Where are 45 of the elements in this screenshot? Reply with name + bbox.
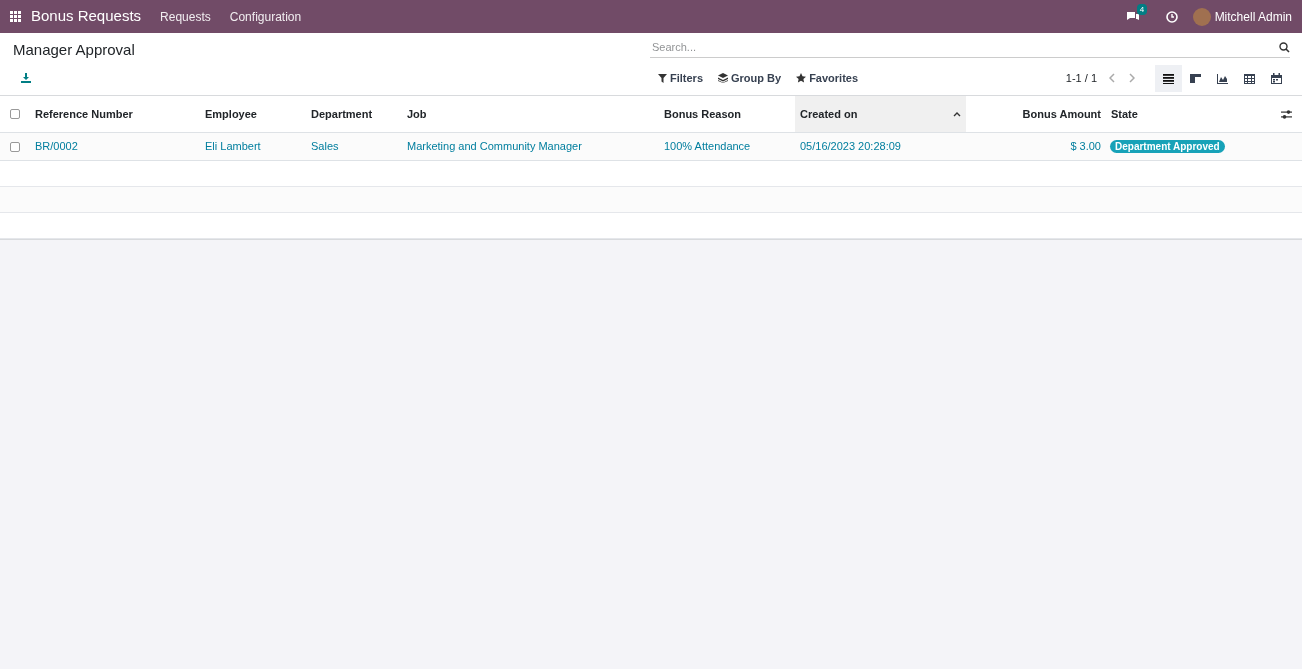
select-all-checkbox[interactable] (10, 109, 20, 119)
table-cell-text: Eli Lambert (204, 139, 262, 155)
kanban-view-icon (1190, 72, 1201, 84)
calendar-view-icon (1271, 72, 1282, 84)
filter-toolbar-button[interactable]: Group By (718, 69, 782, 87)
pager-value[interactable]: 1-1 / 1 (1065, 69, 1097, 87)
star-icon (796, 73, 807, 83)
search-field[interactable]: Search... (650, 39, 1279, 56)
row-checkbox[interactable] (10, 141, 20, 152)
table-cell-text: 100% Attendance (663, 139, 752, 155)
table-cell-text: $ 3.00 (1069, 139, 1102, 155)
table-cell-text: Marketing and Community Manager (406, 139, 583, 155)
column-header[interactable]: Created on (795, 96, 966, 132)
table-cell-text: Sales (310, 139, 340, 155)
column-header[interactable]: Job (402, 96, 659, 132)
filter-toolbar-button[interactable]: Filters (658, 69, 703, 87)
pivot-view-icon (1244, 72, 1255, 84)
column-header[interactable]: Department (306, 96, 402, 132)
table-cell-text: 05/16/2023 20:28:09 (799, 139, 902, 155)
filter-toolbar-button[interactable]: Favorites (796, 69, 859, 87)
sort-ascending-icon (953, 111, 961, 117)
breadcrumb: Manager Approval (13, 40, 136, 60)
user-name[interactable]: Mitchell Admin (1214, 7, 1292, 26)
status-badge: Department Approved (1110, 140, 1225, 154)
app-menu-icon[interactable] (10, 11, 21, 22)
chat-icon[interactable] (1125, 10, 1140, 23)
clock-icon[interactable] (1165, 10, 1178, 23)
filter-icon (658, 73, 667, 83)
menu-item[interactable]: Configuration (229, 7, 302, 26)
message-count-badge: 4 (1136, 3, 1148, 15)
column-header[interactable]: State (1106, 96, 1266, 132)
column-header[interactable]: Employee (200, 96, 306, 132)
search-icon[interactable] (1279, 42, 1290, 53)
table-cell-text: BR/0002 (34, 139, 79, 155)
chart-view-icon (1217, 72, 1228, 84)
app-title[interactable]: Bonus Requests (31, 5, 142, 28)
column-header[interactable]: Bonus Reason (659, 96, 795, 132)
list-view-icon (1163, 72, 1174, 84)
view-switch-button[interactable] (1155, 64, 1182, 92)
download-icon[interactable] (21, 72, 31, 83)
column-settings-icon[interactable] (1281, 109, 1292, 119)
column-header[interactable]: Bonus Amount (966, 96, 1106, 132)
menu-item[interactable]: Requests (160, 7, 211, 26)
layers-icon (718, 73, 728, 83)
column-header[interactable]: Reference Number (30, 96, 200, 132)
